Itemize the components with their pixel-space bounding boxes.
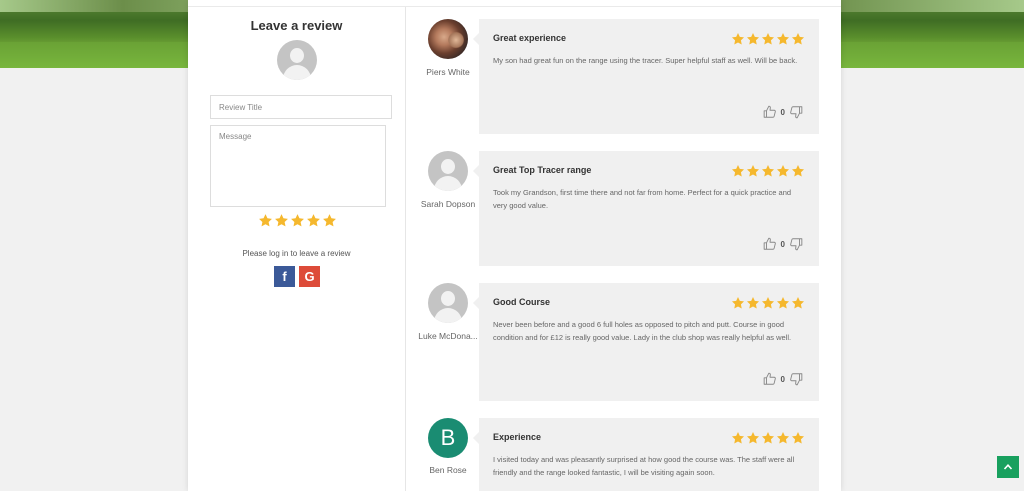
review-item: B Ben Rose Experience I visited today an… bbox=[426, 418, 819, 491]
review-title: Great Top Tracer range bbox=[493, 165, 592, 175]
user-avatar-icon bbox=[277, 40, 317, 80]
star-icon bbox=[791, 32, 805, 46]
review-rating bbox=[731, 164, 805, 178]
chevron-up-icon bbox=[1003, 464, 1013, 470]
review-card: Good Course Never been before and a good… bbox=[473, 283, 819, 401]
thumbs-down-icon[interactable] bbox=[789, 372, 803, 386]
reviewer-name: Ben Rose bbox=[429, 465, 467, 475]
facebook-icon: f bbox=[282, 269, 287, 284]
review-title: Great experience bbox=[493, 33, 567, 43]
star-icon bbox=[746, 431, 760, 445]
star-icon bbox=[776, 296, 790, 310]
review-card: Great Top Tracer range Took my Grandson,… bbox=[473, 151, 819, 266]
scroll-to-top-button[interactable] bbox=[997, 456, 1019, 478]
review-card: Great experience My son had great fun on… bbox=[473, 19, 819, 134]
review-item: Luke McDona... Good Course Never been be… bbox=[418, 283, 819, 401]
google-login-button[interactable]: G bbox=[299, 266, 320, 287]
star-icon bbox=[761, 164, 775, 178]
review-text: My son had great fun on the range using … bbox=[493, 56, 798, 65]
message-input[interactable] bbox=[210, 125, 386, 207]
review-text: I visited today and was pleasantly surpr… bbox=[493, 455, 795, 477]
review-votes: 0 bbox=[763, 237, 803, 251]
review-item: Piers White Great experience My son had … bbox=[426, 19, 819, 134]
review-text: Never been before and a good 6 full hole… bbox=[493, 320, 792, 342]
reviewer-avatar-icon bbox=[428, 283, 468, 323]
star-icon bbox=[761, 431, 775, 445]
star-icon bbox=[746, 32, 760, 46]
reviewer-avatar-icon bbox=[428, 151, 468, 191]
star-icon[interactable] bbox=[258, 213, 273, 228]
reviews-container: Leave a review Please log in to leave a … bbox=[188, 0, 841, 491]
thumbs-up-icon[interactable] bbox=[763, 105, 777, 119]
star-icon bbox=[791, 431, 805, 445]
thumbs-up-icon[interactable] bbox=[763, 372, 777, 386]
star-icon[interactable] bbox=[274, 213, 289, 228]
star-icon bbox=[746, 164, 760, 178]
reviewer-name: Piers White bbox=[426, 67, 470, 77]
vote-count: 0 bbox=[780, 374, 785, 384]
star-icon bbox=[746, 296, 760, 310]
reviewer-name: Sarah Dopson bbox=[420, 199, 476, 209]
vote-count: 0 bbox=[780, 107, 785, 117]
reviewer-avatar: B bbox=[428, 418, 468, 458]
vote-count: 0 bbox=[780, 239, 785, 249]
star-icon[interactable] bbox=[290, 213, 305, 228]
review-rating bbox=[731, 32, 805, 46]
form-title: Leave a review bbox=[250, 18, 343, 33]
review-votes: 0 bbox=[763, 372, 803, 386]
reviewer-name: Luke McDona... bbox=[418, 331, 478, 341]
star-icon bbox=[776, 431, 790, 445]
top-divider bbox=[188, 6, 841, 7]
review-title: Good Course bbox=[493, 297, 551, 307]
review-title: Experience bbox=[493, 432, 542, 442]
star-icon bbox=[731, 164, 745, 178]
star-icon bbox=[731, 32, 745, 46]
review-item: Sarah Dopson Great Top Tracer range Took… bbox=[421, 151, 819, 266]
review-text: Took my Grandson, first time there and n… bbox=[493, 188, 792, 210]
star-icon bbox=[776, 32, 790, 46]
thumbs-down-icon[interactable] bbox=[789, 237, 803, 251]
login-prompt: Please log in to leave a review bbox=[242, 249, 351, 258]
thumbs-up-icon[interactable] bbox=[763, 237, 777, 251]
star-icon bbox=[761, 32, 775, 46]
thumbs-down-icon[interactable] bbox=[789, 105, 803, 119]
google-icon: G bbox=[304, 269, 315, 284]
facebook-login-button[interactable]: f bbox=[274, 266, 295, 287]
star-icon[interactable] bbox=[306, 213, 321, 228]
review-card: Experience I visited today and was pleas… bbox=[473, 418, 819, 491]
star-icon[interactable] bbox=[322, 213, 337, 228]
star-icon bbox=[731, 296, 745, 310]
star-icon bbox=[731, 431, 745, 445]
star-icon bbox=[761, 296, 775, 310]
column-divider bbox=[405, 7, 406, 491]
star-icon bbox=[791, 296, 805, 310]
review-title-input[interactable] bbox=[210, 95, 392, 119]
reviewer-avatar bbox=[428, 19, 468, 59]
review-rating bbox=[731, 431, 805, 445]
review-votes: 0 bbox=[763, 105, 803, 119]
star-icon bbox=[791, 164, 805, 178]
star-icon bbox=[776, 164, 790, 178]
review-rating bbox=[731, 296, 805, 310]
rating-selector[interactable] bbox=[258, 213, 336, 229]
